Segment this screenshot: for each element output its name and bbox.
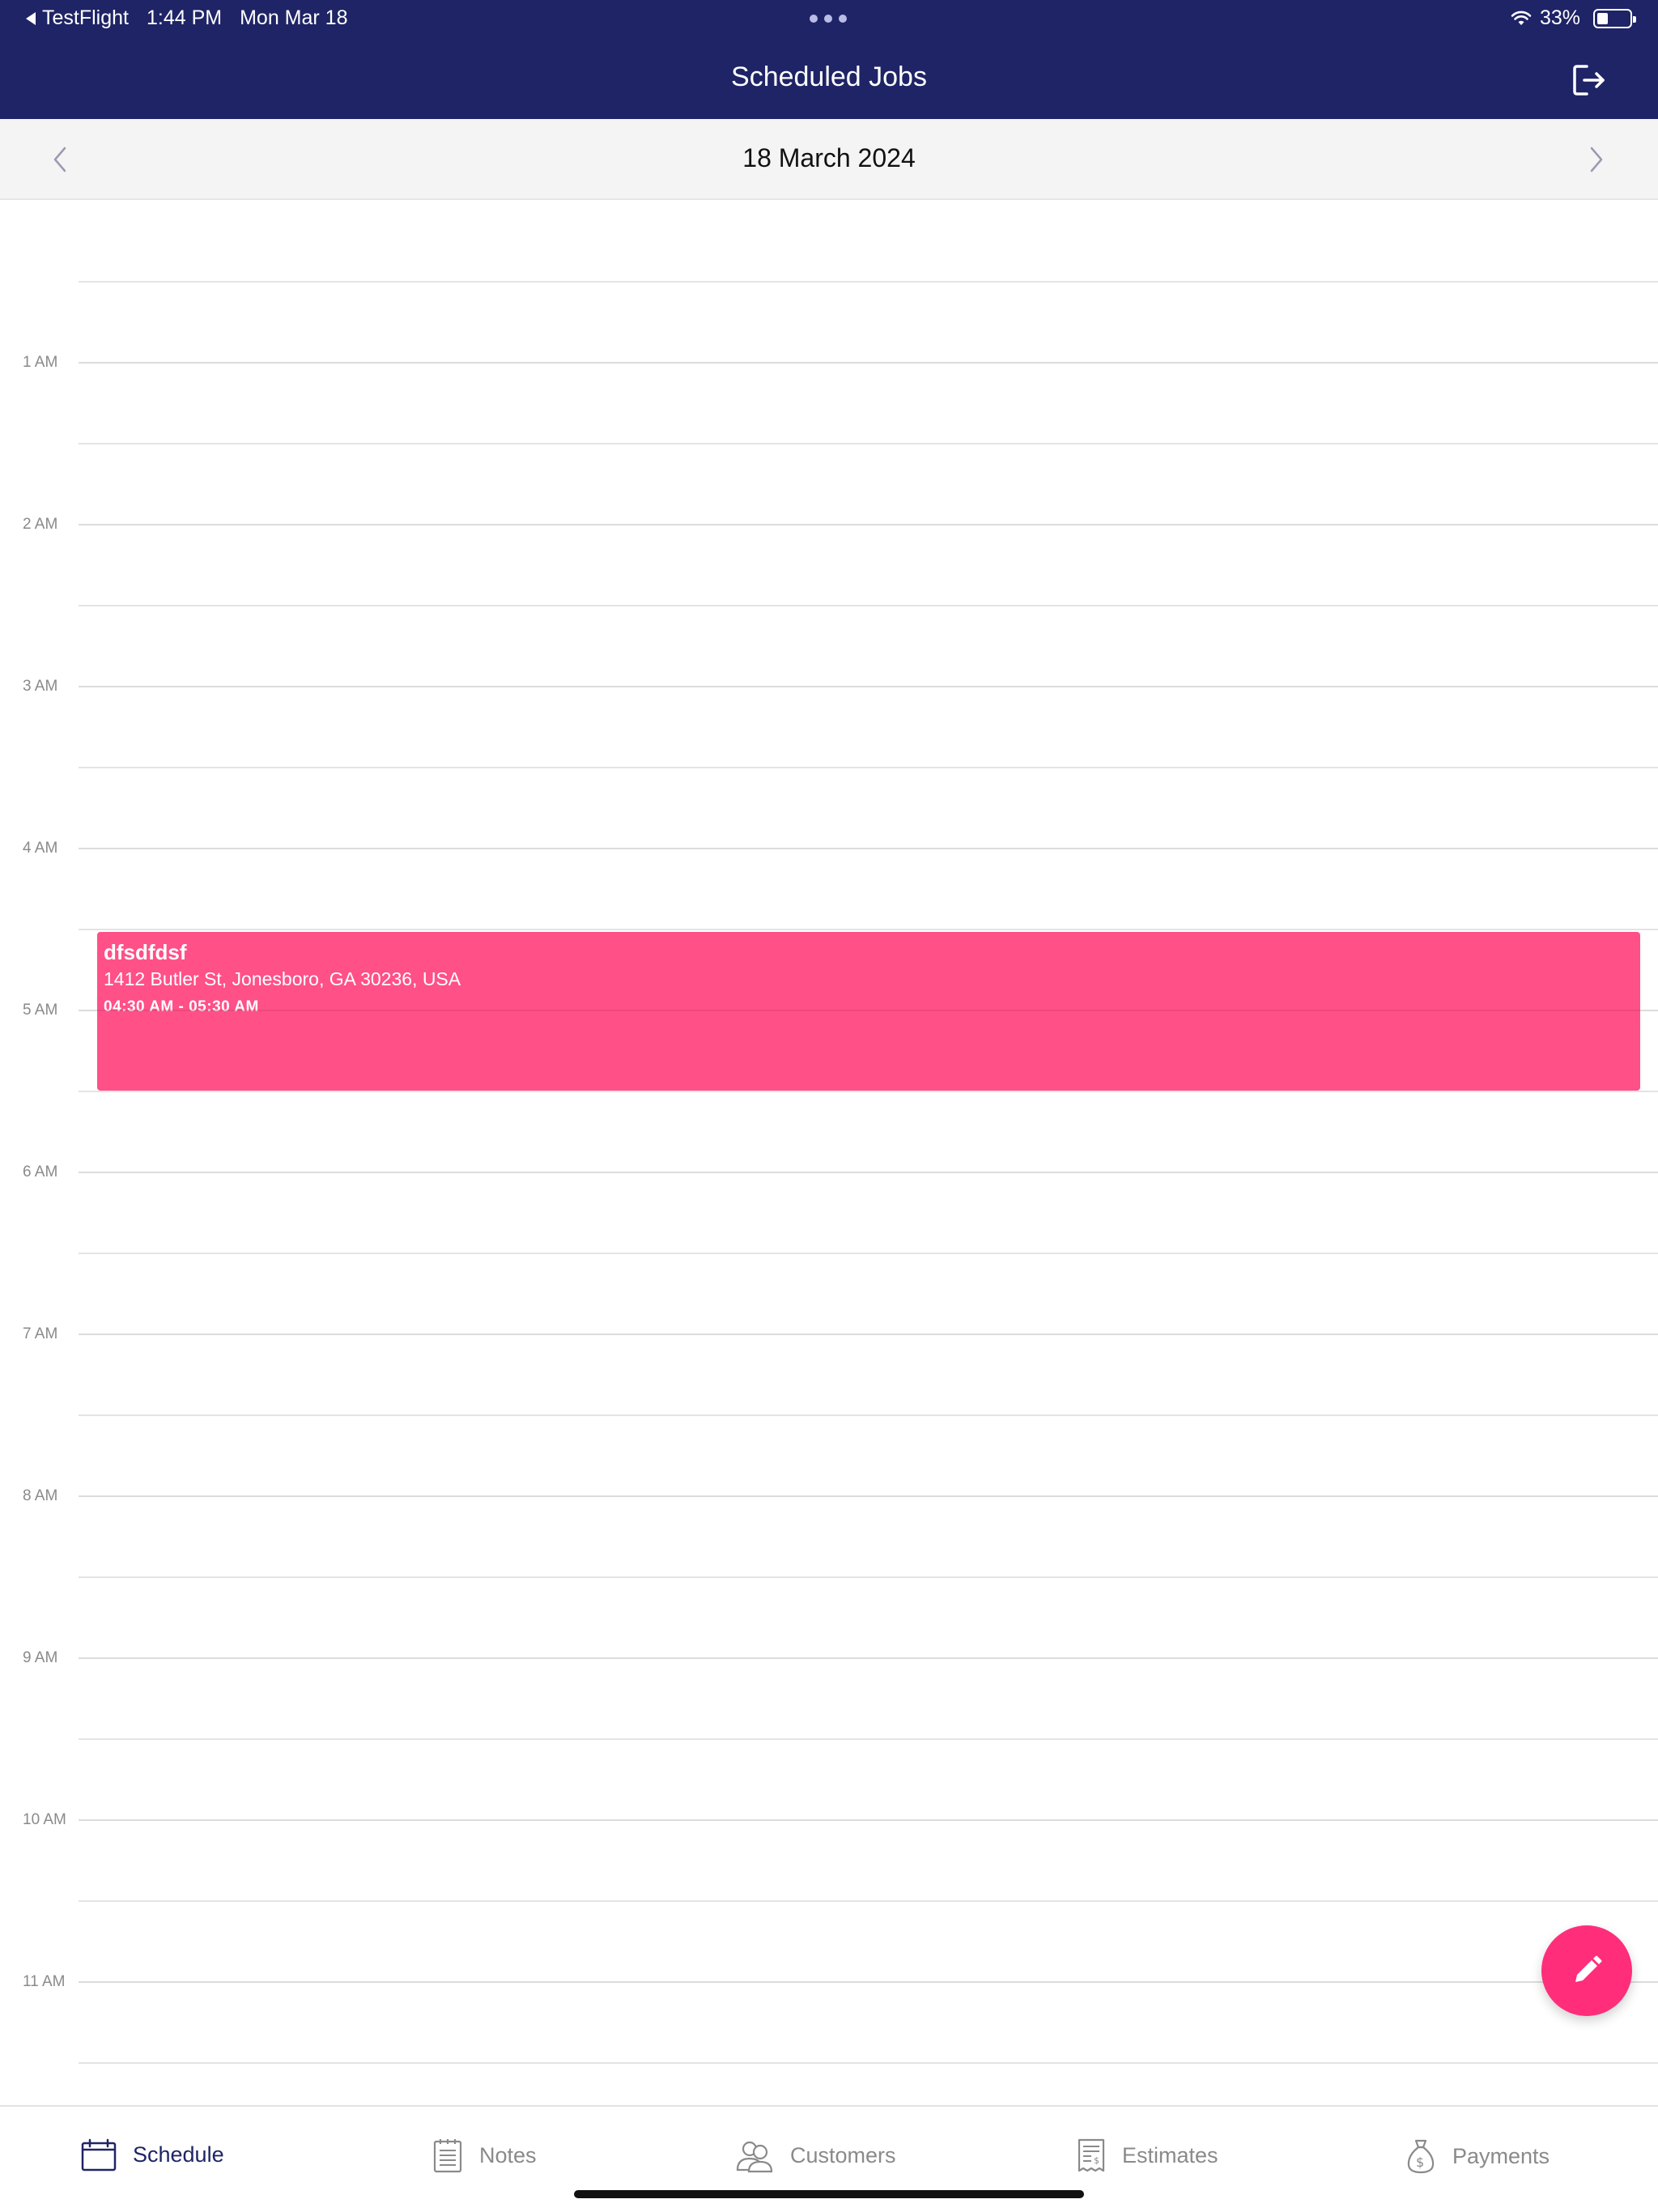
new-job-button[interactable] bbox=[1541, 1925, 1632, 2016]
wifi-icon bbox=[1511, 11, 1532, 25]
tab-label: Customers bbox=[790, 2142, 896, 2167]
battery-icon bbox=[1593, 8, 1636, 28]
back-to-app-button[interactable]: TestFlight bbox=[26, 6, 129, 30]
hour-label: 6 AM bbox=[23, 1163, 58, 1180]
svg-text:$: $ bbox=[1094, 2155, 1099, 2166]
back-app-label: TestFlight bbox=[42, 6, 129, 29]
event-address: 1412 Butler St, Jonesboro, GA 30236, USA bbox=[104, 968, 461, 989]
hour-line bbox=[79, 1819, 1658, 1821]
tab-schedule[interactable]: Schedule bbox=[81, 2138, 224, 2172]
battery-percent: 33% bbox=[1539, 6, 1580, 29]
back-arrow-icon bbox=[26, 11, 36, 25]
home-indicator bbox=[574, 2190, 1084, 2198]
half-hour-line bbox=[79, 281, 1658, 283]
invoice-icon: $ bbox=[1078, 2138, 1105, 2172]
tab-label: Estimates bbox=[1122, 2142, 1218, 2167]
page-title: Scheduled Jobs bbox=[731, 62, 927, 92]
day-timeline[interactable]: 1 AM 2 AM 3 AM 4 AM 5 AM 6 AM 7 AM 8 AM … bbox=[0, 200, 1658, 2105]
hour-label: 5 AM bbox=[23, 1002, 58, 1019]
half-hour-line bbox=[79, 2062, 1658, 2064]
date-navigation: 18 March 2024 bbox=[0, 119, 1658, 200]
hour-line bbox=[79, 524, 1658, 525]
tab-label: Notes bbox=[479, 2142, 537, 2167]
money-bag-icon: $ bbox=[1407, 2139, 1435, 2174]
hour-label: 3 AM bbox=[23, 678, 58, 695]
hour-line bbox=[79, 1657, 1658, 1659]
logout-icon[interactable] bbox=[1572, 63, 1608, 97]
tab-estimates[interactable]: $ Estimates bbox=[1077, 2138, 1218, 2173]
half-hour-line bbox=[79, 443, 1658, 445]
tab-label: Payments bbox=[1452, 2143, 1550, 2168]
scheduled-job-event[interactable]: dfsdfdsf 1412 Butler St, Jonesboro, GA 3… bbox=[97, 932, 1640, 1091]
calendar-icon bbox=[81, 2138, 117, 2172]
pencil-icon bbox=[1575, 1955, 1602, 1982]
users-icon bbox=[736, 2141, 773, 2173]
hour-label: 10 AM bbox=[23, 1811, 66, 1828]
hour-label: 2 AM bbox=[23, 516, 58, 533]
tab-customers[interactable]: Customers bbox=[735, 2138, 896, 2173]
half-hour-line bbox=[79, 767, 1658, 768]
hour-line bbox=[79, 1981, 1658, 1983]
hour-line bbox=[79, 1495, 1658, 1497]
status-date: Mon Mar 18 bbox=[240, 6, 348, 29]
hour-label: 4 AM bbox=[23, 840, 58, 857]
hour-label: 11 AM bbox=[23, 1973, 66, 1990]
chevron-right-icon[interactable] bbox=[1582, 143, 1611, 176]
multitasking-dots[interactable] bbox=[810, 15, 847, 23]
hour-line bbox=[79, 1334, 1658, 1335]
notepad-icon bbox=[433, 2139, 462, 2173]
hour-line bbox=[79, 848, 1658, 849]
hour-line bbox=[79, 686, 1658, 687]
half-hour-line bbox=[79, 1091, 1658, 1092]
hour-line bbox=[79, 362, 1658, 364]
tab-notes[interactable]: Notes bbox=[432, 2138, 537, 2173]
status-time: 1:44 PM bbox=[146, 6, 223, 29]
event-title: dfsdfdsf bbox=[104, 940, 187, 964]
hour-label: 8 AM bbox=[23, 1487, 58, 1504]
half-hour-line bbox=[79, 1738, 1658, 1740]
hour-label: 7 AM bbox=[23, 1325, 58, 1342]
tab-payments[interactable]: $ Payments bbox=[1405, 2138, 1550, 2175]
tab-label: Schedule bbox=[133, 2142, 224, 2167]
half-hour-line bbox=[79, 1253, 1658, 1254]
hour-label: 9 AM bbox=[23, 1649, 58, 1666]
half-hour-line bbox=[79, 605, 1658, 606]
svg-text:$: $ bbox=[1416, 2155, 1424, 2170]
half-hour-line bbox=[79, 1576, 1658, 1578]
event-time-range: 04:30 AM - 05:30 AM bbox=[104, 998, 259, 1015]
status-bar: TestFlight 1:44 PM Mon Mar 18 33% bbox=[0, 0, 1658, 39]
half-hour-line bbox=[79, 929, 1658, 930]
half-hour-line bbox=[79, 1414, 1658, 1416]
hour-line bbox=[97, 1010, 1640, 1011]
current-date: 18 March 2024 bbox=[742, 143, 916, 172]
hour-label: 1 AM bbox=[23, 354, 58, 371]
half-hour-line bbox=[79, 1900, 1658, 1902]
app-header: TestFlight 1:44 PM Mon Mar 18 33% Schedu… bbox=[0, 0, 1658, 119]
hour-line bbox=[79, 1172, 1658, 1173]
